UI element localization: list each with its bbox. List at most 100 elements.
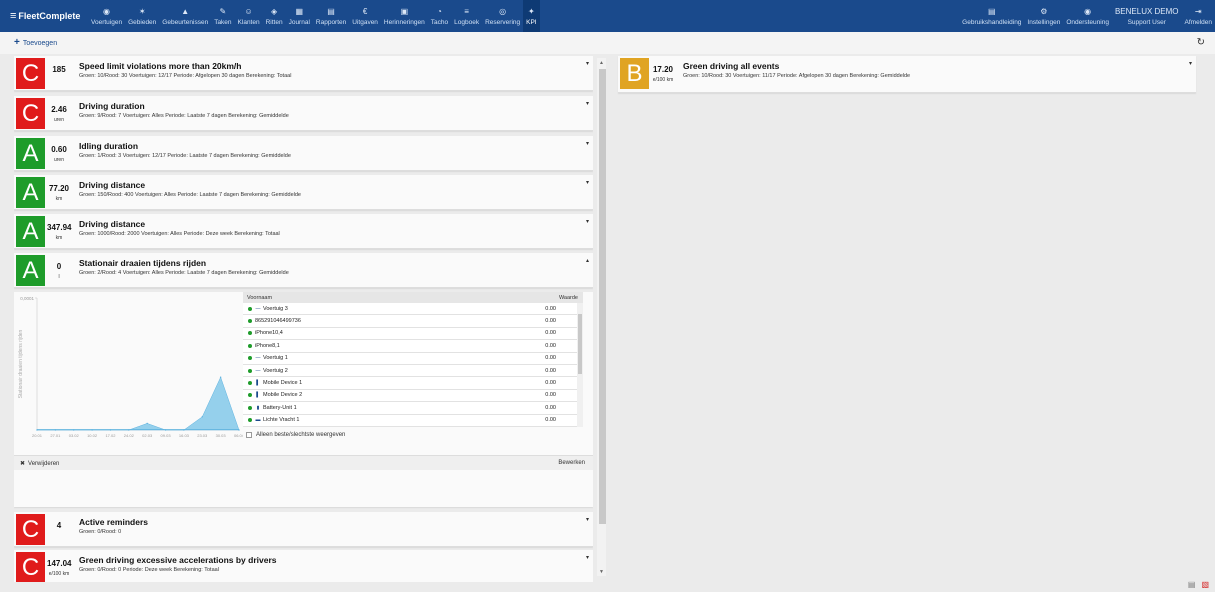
- table-row[interactable]: iPhone10,4 0.00: [243, 327, 583, 341]
- warning-icon: ▲: [181, 6, 190, 16]
- collapse-caret-icon[interactable]: ▴: [586, 257, 589, 264]
- nav-right: ▤ Gebruikshandleiding ⚙ Instellingen ◉ Onders…: [959, 0, 1215, 32]
- kpi-card[interactable]: B 17.20 e/100 km Green driving all events Gr…: [618, 56, 1196, 93]
- kpi-card[interactable]: C 185 Speed limit violations more than 20k…: [14, 56, 593, 91]
- y-tick-label: 0,0001: [20, 296, 34, 301]
- kpi-description: Groen: 10/Rood: 30 Voertuigen: 12/17 Per…: [79, 73, 292, 79]
- nav-rapporten[interactable]: ▤ Rapporten: [313, 0, 349, 32]
- nav-label: KPI: [526, 18, 537, 26]
- edit-button[interactable]: Bewerken: [558, 460, 585, 466]
- kpi-card[interactable]: A 0 l Stationair draaien tijdens rijden Groe…: [14, 253, 593, 288]
- logout-icon: ⇥: [1194, 6, 1202, 16]
- row-name: 865291046499736: [255, 318, 301, 325]
- nav-herinneringen[interactable]: ▣ Herinneringen: [381, 0, 428, 32]
- expand-caret-icon[interactable]: ▾: [586, 516, 589, 523]
- wrench-icon: ✎: [219, 6, 227, 16]
- table-row[interactable]: ▮ Battery-Unit 1 0.00: [243, 402, 583, 415]
- x-tick-label: 30.03: [216, 433, 227, 438]
- nav-afmelden[interactable]: ⇥ Afmelden: [1182, 0, 1215, 32]
- grade-badge: B: [620, 58, 649, 89]
- checkbox-box[interactable]: [246, 432, 252, 438]
- column-header-name[interactable]: Voornaam: [247, 295, 272, 301]
- expand-caret-icon[interactable]: ▾: [586, 554, 589, 561]
- calendar-icon: ▦: [295, 6, 304, 16]
- nav-gebruikshandleiding[interactable]: ▤ Gebruikshandleiding: [959, 0, 1024, 32]
- kpi-value: 185: [52, 65, 66, 74]
- kpi-card[interactable]: C 4 Active reminders Groen: 0/Rood: 0 ▾: [14, 512, 593, 547]
- x-tick-label: 02.03: [142, 433, 153, 438]
- kpi-description: Groen: 9/Rood: 7 Voertuigen: Alles Perio…: [79, 113, 289, 119]
- scroll-up-arrow-icon[interactable]: ▲: [599, 60, 604, 66]
- row-value: 0.00: [545, 330, 556, 337]
- data-point: [73, 429, 75, 431]
- nav-instellingen[interactable]: ⚙ Instellingen: [1024, 0, 1063, 32]
- table-row[interactable]: — Voertuig 1 0.00: [243, 352, 583, 365]
- pdf-export-icon[interactable]: ▧: [1201, 580, 1209, 589]
- nav-voertuigen[interactable]: ◉ Voertuigen: [88, 0, 125, 32]
- column-header-value[interactable]: Waarde: [559, 295, 578, 301]
- nav-reservering[interactable]: ◎ Reservering: [482, 0, 523, 32]
- table-scrollbar-thumb[interactable]: [578, 314, 582, 374]
- status-dot-icon: [248, 393, 252, 398]
- data-point: [201, 416, 203, 418]
- only-best-checkbox[interactable]: Alleen beste/slechtste weergeven: [246, 432, 345, 438]
- status-dot-icon: [248, 331, 252, 336]
- scroll-down-arrow-icon[interactable]: ▼: [599, 569, 604, 575]
- remove-button[interactable]: ✖ Verwijderen: [20, 460, 59, 467]
- remove-icon: ✖: [20, 461, 26, 467]
- expand-caret-icon[interactable]: ▾: [586, 140, 589, 147]
- nav-klanten[interactable]: ☺ Klanten: [235, 0, 263, 32]
- nav-gebeurtenissen[interactable]: ▲ Gebeurtenissen: [159, 0, 211, 32]
- excel-export-icon[interactable]: ▤: [1188, 580, 1196, 589]
- phone-icon: ▌: [256, 380, 260, 387]
- logo[interactable]: ≡ FleetComplete: [0, 0, 88, 32]
- table-row[interactable]: ▬ Lichte Vracht 1 0.00: [243, 414, 583, 427]
- table-row[interactable]: — Voertuig 3 0.00: [243, 303, 583, 316]
- nav-taken[interactable]: ✎ Taken: [211, 0, 234, 32]
- left-scrollbar-thumb[interactable]: [599, 69, 606, 524]
- nav-ritten[interactable]: ◈ Ritten: [263, 0, 286, 32]
- table-row[interactable]: ▌ Mobile Device 2 0.00: [243, 389, 583, 403]
- x-tick-label: 20.01: [32, 433, 43, 438]
- expand-caret-icon[interactable]: ▾: [586, 179, 589, 186]
- kpi-unit: e/100 km: [48, 571, 70, 577]
- status-dot-icon: [248, 368, 252, 373]
- row-value: 0.00: [545, 404, 556, 411]
- nav-ondersteuning[interactable]: ◉ Ondersteuning: [1063, 0, 1112, 32]
- kpi-unit: l: [58, 274, 60, 280]
- kpi-card[interactable]: C 2.46 uren Driving duration Groen: 9/Rood: …: [14, 96, 593, 131]
- phone-icon: ▌: [256, 392, 260, 399]
- account-menu[interactable]: BENELUX DEMO Support User: [1112, 0, 1182, 32]
- data-point: [183, 429, 185, 431]
- table-row[interactable]: ▌ Mobile Device 1 0.00: [243, 377, 583, 390]
- nav-kpi[interactable]: ✦ KPI: [523, 0, 540, 32]
- nav-gebieden[interactable]: ✶ Gebieden: [125, 0, 159, 32]
- add-button[interactable]: + Toevoegen: [14, 38, 57, 48]
- kpi-title: Speed limit violations more than 20km/h: [79, 61, 242, 71]
- battery-icon: ▮: [256, 404, 260, 411]
- kpi-card[interactable]: C 147.04 e/100 km Green driving excessive a…: [14, 550, 593, 582]
- kpi-card[interactable]: A 347.94 km Driving distance Groen: 1000/Roo…: [14, 214, 593, 249]
- kpi-value: 0: [56, 262, 62, 271]
- expand-caret-icon[interactable]: ▾: [586, 60, 589, 67]
- expand-caret-icon[interactable]: ▾: [586, 218, 589, 225]
- table-rows: — Voertuig 3 0.00 865291046499736 0.00 iPhone…: [243, 303, 583, 427]
- kpi-description: Groen: 1/Rood: 3 Voertuigen: 12/17 Perio…: [79, 153, 291, 159]
- nav-tacho[interactable]: ◔ Tacho: [428, 0, 451, 32]
- table-row[interactable]: — Voertuig 2 0.00: [243, 364, 583, 378]
- kpi-unit: uren: [53, 117, 64, 123]
- kpi-card[interactable]: A 0.60 uren Idling duration Groen: 1/Rood: 3…: [14, 136, 593, 171]
- row-name: Mobile Device 2: [263, 392, 303, 399]
- expand-caret-icon[interactable]: ▾: [586, 100, 589, 107]
- grade-badge: A: [16, 216, 45, 247]
- table-row[interactable]: 865291046499736 0.00: [243, 315, 583, 328]
- table-row[interactable]: iPhone8,1 0.00: [243, 340, 583, 353]
- grade-badge: C: [16, 58, 45, 89]
- nav-journal[interactable]: ▦ Journal: [286, 0, 313, 32]
- kpi-card[interactable]: A 77.20 km Driving distance Groen: 150/Rood:…: [14, 175, 593, 210]
- expand-caret-icon[interactable]: ▾: [1189, 60, 1192, 67]
- nav-logboek[interactable]: ≡ Logboek: [451, 0, 482, 32]
- refresh-icon[interactable]: ↻: [1197, 37, 1205, 48]
- top-navbar: ≡ FleetComplete ◉ Voertuigen ✶ Gebieden ▲ Geb…: [0, 0, 1215, 32]
- nav-uitgaven[interactable]: € Uitgaven: [349, 0, 381, 32]
